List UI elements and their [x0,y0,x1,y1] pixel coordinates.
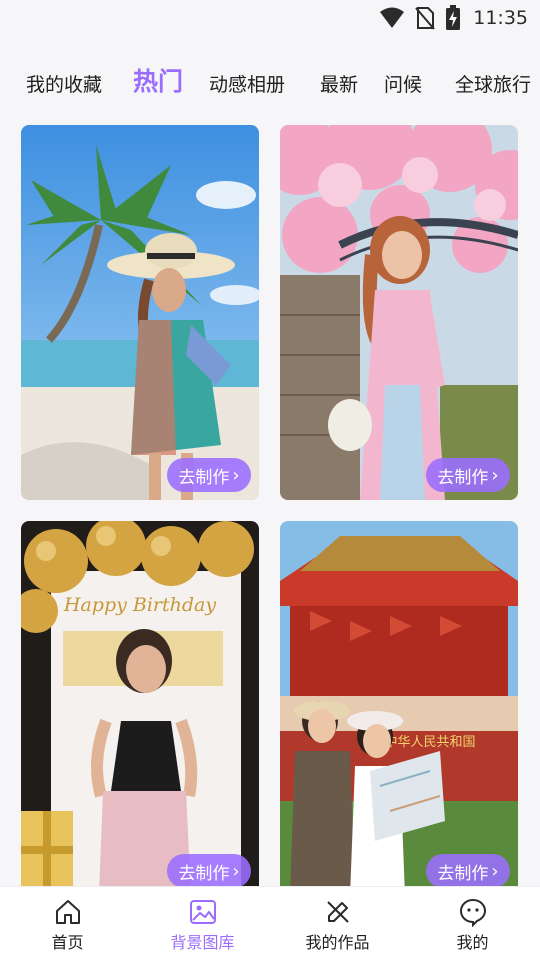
no-sim-icon [415,7,435,30]
category-tabs: 我的收藏 热门 动感相册 最新 问候 全球旅行 [0,58,540,108]
template-card-beach[interactable]: 去制作 › [21,125,259,500]
chevron-right-icon: › [491,464,499,486]
status-time: 11:35 [473,7,528,29]
birthday-overlay-text: Happy Birthday [63,594,216,616]
make-button[interactable]: 去制作 › [167,458,251,492]
status-icons: 11:35 [379,5,528,30]
template-card-travel[interactable]: 中华人民共和国 去制作 › [280,521,518,896]
chevron-right-icon: › [491,860,499,882]
make-button-label: 去制作 [437,467,489,488]
template-card-cherry-blossom[interactable]: 去制作 › [280,125,518,500]
bottom-navigation: 首页 背景图库 我的作品 我的 [0,886,540,960]
chevron-right-icon: › [232,464,240,486]
battery-charging-icon [446,5,461,30]
wifi-icon [380,7,405,28]
make-button-label: 去制作 [178,467,230,488]
travel-thumbnail: 中华人民共和国 [280,521,518,896]
nav-background-gallery[interactable]: 背景图库 [135,893,270,957]
make-button-label: 去制作 [178,863,230,884]
make-button[interactable]: 去制作 › [426,458,510,492]
nav-my-works-label: 我的作品 [305,933,370,952]
status-bar: 11:35 [0,0,540,38]
chevron-right-icon: › [232,860,240,882]
nav-my-works[interactable]: 我的作品 [270,893,405,957]
beach-thumbnail [21,125,259,500]
nav-home-label: 首页 [51,933,84,952]
make-button-label: 去制作 [437,863,489,884]
nav-mine[interactable]: 我的 [405,893,540,957]
nav-background-gallery-label: 背景图库 [170,933,235,952]
home-icon [55,900,80,924]
gate-banner-text: 中华人民共和国 [384,735,475,750]
image-gallery-icon [189,900,216,924]
cherry-blossom-thumbnail [280,125,518,500]
nav-mine-label: 我的 [456,933,489,952]
make-button[interactable]: 去制作 › [426,854,510,888]
template-card-birthday[interactable]: Happy Birthday 去制作 › [21,521,259,896]
edit-work-icon [326,901,349,923]
tab-dynamic-album[interactable]: 动感相册 [209,70,285,97]
birthday-thumbnail: Happy Birthday [21,521,259,896]
make-button[interactable]: 去制作 › [167,854,251,888]
tab-greetings[interactable]: 问候 [384,70,422,97]
tab-favorites[interactable]: 我的收藏 [26,70,102,97]
tab-global-travel[interactable]: 全球旅行 [455,70,531,97]
nav-home[interactable]: 首页 [0,893,135,957]
tab-hot[interactable]: 热门 [133,62,183,98]
tab-latest[interactable]: 最新 [320,70,358,97]
profile-chat-icon [459,898,486,927]
